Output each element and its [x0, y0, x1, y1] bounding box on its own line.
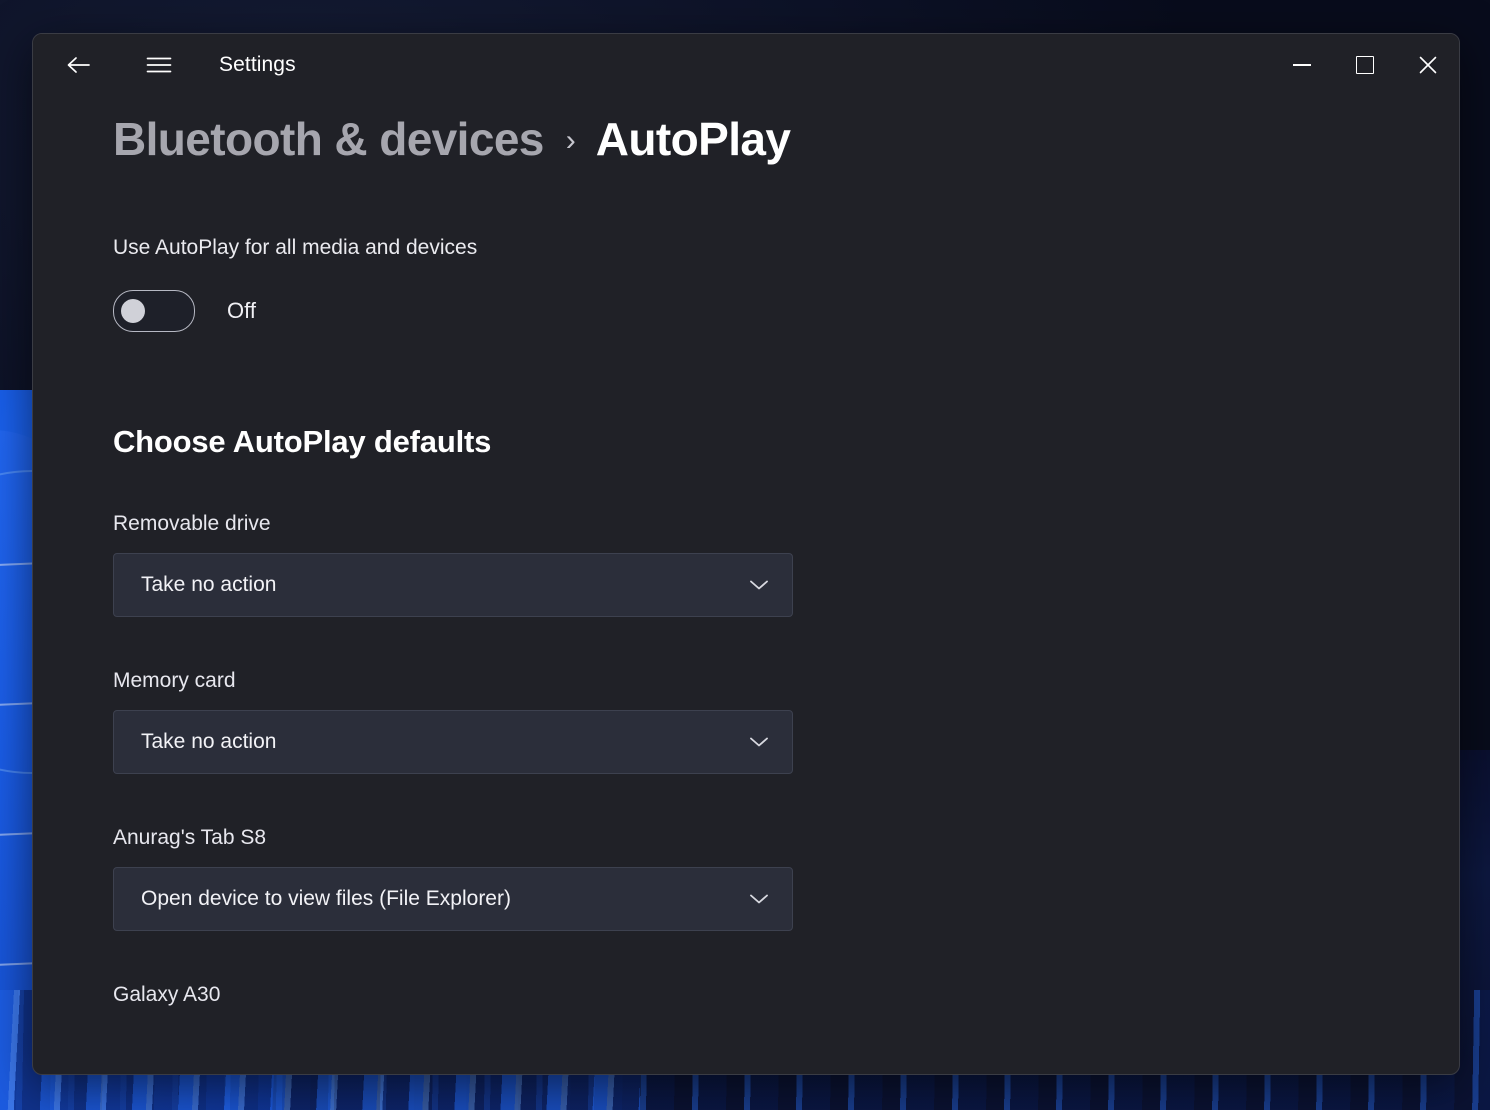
toggle-knob — [121, 299, 145, 323]
field-removable-drive: Removable drive Take no action — [113, 512, 1459, 617]
chevron-down-icon — [748, 735, 770, 749]
dropdown-anurags-tab-s8[interactable]: Open device to view files (File Explorer… — [113, 867, 793, 931]
dropdown-value: Take no action — [141, 573, 277, 596]
field-label: Removable drive — [113, 512, 271, 535]
hamburger-menu-button[interactable] — [133, 41, 185, 89]
autoplay-toggle-switch[interactable] — [113, 290, 195, 332]
back-arrow-icon — [67, 57, 90, 73]
title-bar: Settings — [33, 34, 1459, 96]
field-label: Galaxy A30 — [113, 983, 221, 1006]
app-title: Settings — [219, 53, 296, 76]
field-memory-card: Memory card Take no action — [113, 669, 1459, 774]
field-label: Anurag's Tab S8 — [113, 826, 267, 849]
dropdown-memory-card[interactable]: Take no action — [113, 710, 793, 774]
chevron-down-icon — [748, 892, 770, 906]
autoplay-toggle-state: Off — [227, 298, 256, 323]
breadcrumb-separator-icon: › — [565, 124, 576, 157]
minimize-icon — [1292, 64, 1311, 66]
page-title: AutoPlay — [595, 113, 791, 165]
settings-window: Settings Bluetooth & devices › AutoPlay — [32, 33, 1460, 1075]
maximize-button[interactable] — [1333, 34, 1396, 96]
field-anurags-tab-s8: Anurag's Tab S8 Open device to view file… — [113, 826, 1459, 931]
close-icon — [1419, 56, 1436, 74]
field-label: Memory card — [113, 669, 236, 692]
page-content: Bluetooth & devices › AutoPlay Use AutoP… — [33, 112, 1459, 1013]
field-galaxy-a30: Galaxy A30 — [113, 983, 1459, 1013]
dropdown-value: Open device to view files (File Explorer… — [141, 887, 511, 910]
breadcrumb-parent-link[interactable]: Bluetooth & devices — [113, 112, 544, 166]
autoplay-toggle-row: Off — [113, 290, 1459, 332]
dropdown-value: Take no action — [141, 730, 277, 753]
autoplay-toggle-label: Use AutoPlay for all media and devices — [113, 236, 478, 259]
maximize-icon — [1355, 56, 1374, 74]
close-button[interactable] — [1396, 34, 1459, 96]
hamburger-menu-icon — [146, 57, 172, 73]
back-button[interactable] — [53, 41, 105, 89]
chevron-down-icon — [748, 578, 770, 592]
minimize-button[interactable] — [1270, 34, 1333, 96]
dropdown-removable-drive[interactable]: Take no action — [113, 553, 793, 617]
breadcrumb: Bluetooth & devices › AutoPlay — [113, 112, 1459, 166]
section-title-choose-defaults: Choose AutoPlay defaults — [113, 424, 492, 459]
window-controls — [1270, 34, 1459, 96]
